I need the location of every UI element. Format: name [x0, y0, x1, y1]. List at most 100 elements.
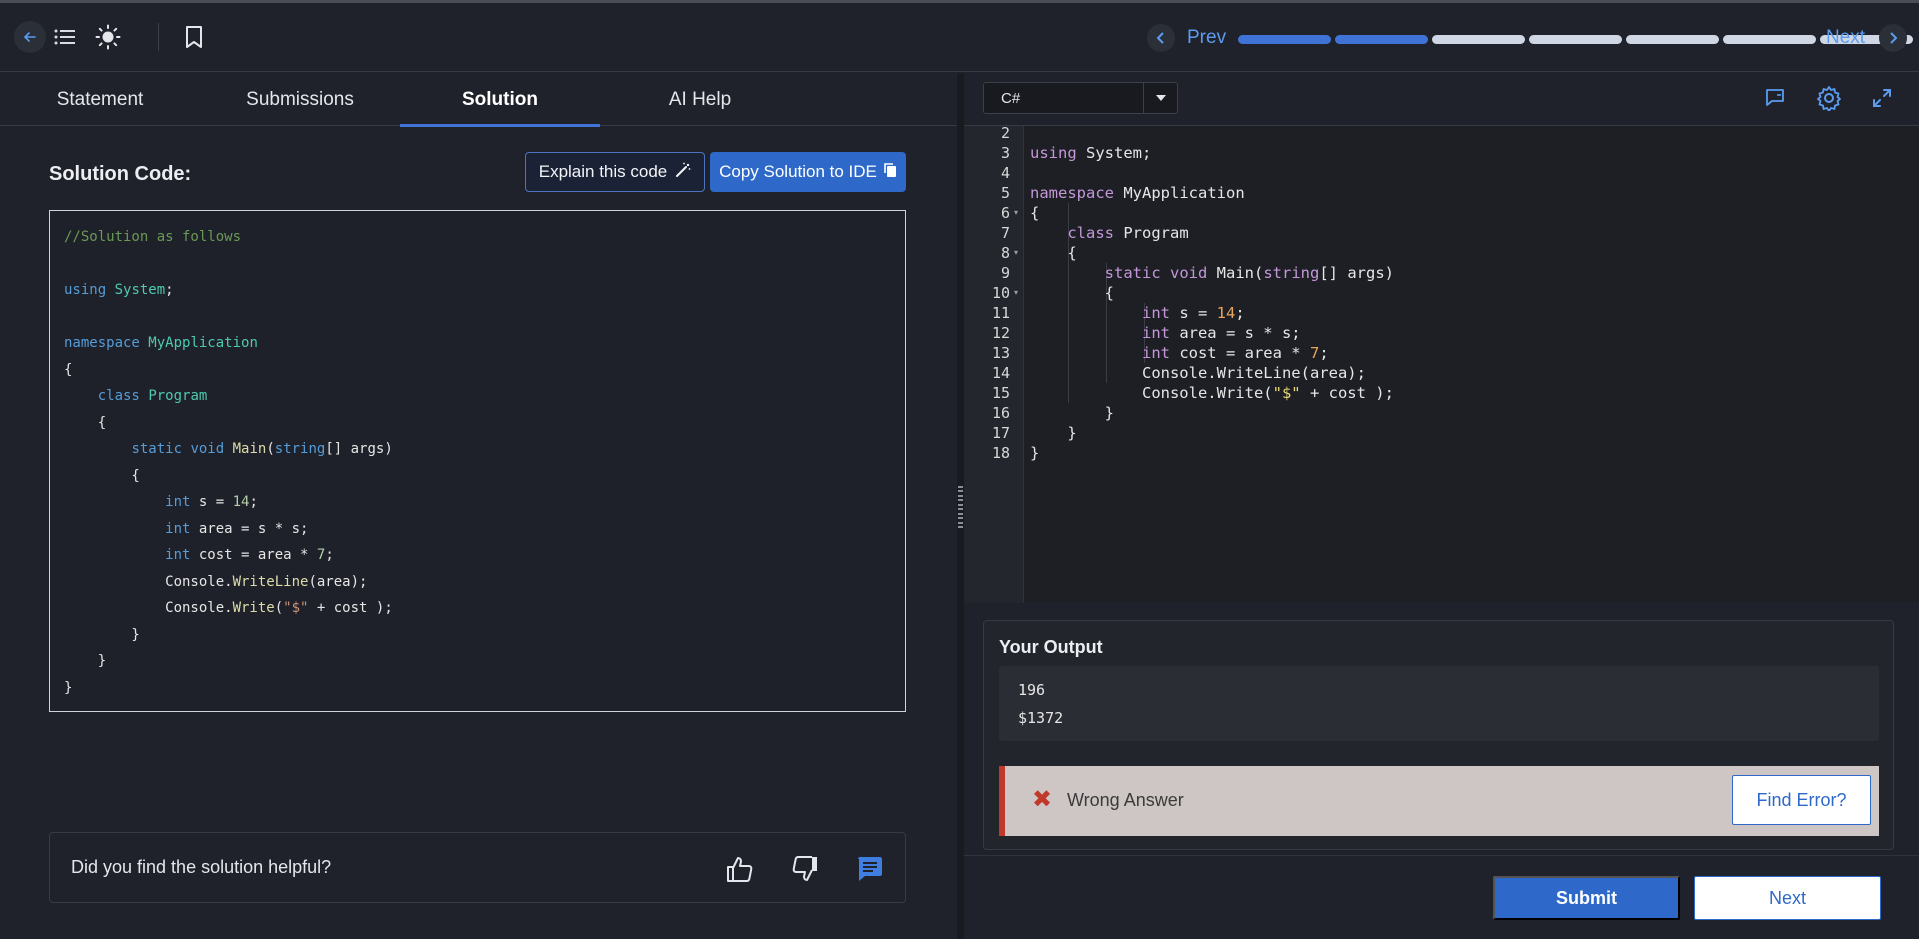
output-panel: Your Output 196 $1372 ✖ Wrong Answer Fin…	[983, 620, 1894, 850]
line-number: 5	[1000, 184, 1010, 202]
expand-icon[interactable]	[1866, 82, 1898, 114]
code-line: {	[64, 414, 107, 431]
thumbs-down-icon[interactable]	[789, 853, 821, 885]
code-line: using System;	[64, 282, 174, 298]
fold-arrow-icon[interactable]: ▾	[1014, 243, 1022, 263]
line-number: 9	[1000, 264, 1010, 282]
progress-segment	[1626, 35, 1719, 44]
editor-line: int area = s * s;	[1141, 324, 1301, 342]
progress-segment	[1529, 35, 1622, 44]
splitter-grip-icon[interactable]	[957, 486, 964, 528]
code-line: }	[64, 626, 140, 643]
next-button[interactable]: Next	[1694, 876, 1881, 920]
bookmark-icon[interactable]	[178, 21, 210, 53]
editor-line: Console.Write("$" + cost );	[1030, 384, 1394, 402]
chevron-left-icon	[1147, 24, 1175, 52]
editor-line: class Program	[1067, 224, 1189, 242]
code-editor[interactable]: 2 3 4 5 6 ▾ 7 8 ▾ 9 10 ▾ 11 12 13 14 15 …	[964, 124, 1919, 603]
editor-line: }	[1030, 444, 1040, 462]
top-header: Prev Next	[0, 3, 1919, 72]
editor-line: int s = 14;	[1141, 304, 1245, 322]
magic-wand-icon	[675, 162, 691, 183]
explain-code-label: Explain this code	[538, 162, 668, 181]
fold-arrow-icon[interactable]: ▾	[1014, 203, 1022, 223]
line-number: 4	[1000, 164, 1010, 182]
editor-line: {	[1030, 284, 1114, 302]
progress-segment	[1335, 35, 1428, 44]
line-number: 10	[991, 284, 1010, 302]
line-number: 13	[991, 344, 1010, 362]
code-line: int s = 14;	[165, 494, 258, 510]
solution-feedback: Did you find the solution helpful?	[49, 832, 906, 903]
chevron-right-icon	[1879, 24, 1908, 52]
progress-segment	[1723, 35, 1816, 44]
next-label: Next	[1826, 27, 1866, 48]
progress-bar	[1238, 35, 1913, 44]
line-number: 2	[1000, 124, 1010, 142]
line-number: 8	[1000, 244, 1010, 262]
solution-code-block[interactable]: //Solution as follows using System; name…	[49, 210, 906, 712]
prev-button[interactable]: Prev	[1147, 24, 1226, 52]
output-line: 196	[1018, 681, 1046, 699]
tab-solution[interactable]: Solution	[400, 73, 600, 127]
tab-ai-help[interactable]: AI Help	[600, 73, 800, 126]
verdict-text: Wrong Answer	[1067, 790, 1184, 810]
copy-to-ide-button[interactable]: Copy Solution to IDE	[710, 152, 906, 192]
code-line: Console.Write("$" + cost );	[64, 600, 393, 616]
error-x-icon: ✖	[1032, 786, 1053, 813]
line-number-gutter: 2 3 4 5 6 ▾ 7 8 ▾ 9 10 ▾ 11 12 13 14 15 …	[964, 124, 1024, 603]
code-line: }	[64, 653, 107, 669]
problem-tabs: Statement Submissions Solution AI Help	[0, 73, 957, 127]
next-header-button[interactable]: Next	[1826, 24, 1908, 52]
editor-line: Console.WriteLine(area);	[1030, 364, 1366, 382]
submit-button[interactable]: Submit	[1493, 876, 1680, 920]
code-line: static void Main(string[] args)	[131, 441, 393, 457]
editor-line: int cost = area * 7;	[1141, 344, 1329, 362]
output-line: $1372	[1018, 709, 1064, 727]
editor-line: {	[1030, 204, 1040, 222]
language-value: C#	[1001, 90, 1021, 107]
code-line: namespace MyApplication	[64, 335, 258, 351]
copy-to-ide-label: Copy Solution to IDE	[719, 162, 877, 181]
code-line: Console.WriteLine(area);	[64, 573, 368, 590]
line-number: 11	[991, 304, 1010, 322]
explain-code-button[interactable]: Explain this code	[525, 152, 705, 192]
output-title: Your Output	[999, 637, 1103, 657]
code-line: }	[64, 679, 73, 696]
progress-segment	[1432, 35, 1525, 44]
tab-statement[interactable]: Statement	[0, 73, 200, 126]
editor-line: namespace MyApplication	[1030, 184, 1245, 202]
chat-icon[interactable]	[1759, 82, 1791, 114]
find-error-button[interactable]: Find Error?	[1732, 775, 1871, 825]
editor-line: }	[1030, 404, 1114, 422]
sun-icon[interactable]	[92, 21, 124, 53]
back-arrow-icon[interactable]	[14, 21, 46, 53]
output-box: 196 $1372	[999, 666, 1879, 741]
code-line: int cost = area * 7;	[165, 547, 334, 563]
code-line: {	[64, 361, 73, 378]
list-icon[interactable]	[49, 21, 81, 53]
thumbs-up-icon[interactable]	[724, 853, 756, 885]
editor-line: static void Main(string[] args)	[1104, 264, 1394, 282]
copy-icon	[883, 162, 897, 183]
tab-submissions[interactable]: Submissions	[200, 73, 400, 126]
line-number: 15	[991, 384, 1010, 402]
code-line: int area = s * s;	[165, 520, 309, 537]
verdict-banner: ✖ Wrong Answer Find Error?	[999, 766, 1879, 836]
line-number: 6	[1000, 204, 1010, 222]
prev-label: Prev	[1187, 27, 1227, 48]
language-select[interactable]: C#	[983, 82, 1178, 114]
progress-segment	[1238, 35, 1331, 44]
fold-arrow-icon[interactable]: ▾	[1014, 283, 1022, 303]
code-line: class Program	[97, 388, 208, 404]
caret-down-icon	[1143, 83, 1177, 113]
solution-title: Solution Code:	[49, 163, 192, 185]
editor-line: {	[1030, 244, 1077, 262]
comment-icon[interactable]	[854, 853, 886, 885]
line-number: 18	[991, 444, 1010, 462]
line-number: 16	[991, 404, 1010, 422]
line-number: 17	[991, 424, 1010, 442]
code-line: //Solution as follows	[64, 229, 242, 245]
gear-icon[interactable]	[1813, 82, 1845, 114]
